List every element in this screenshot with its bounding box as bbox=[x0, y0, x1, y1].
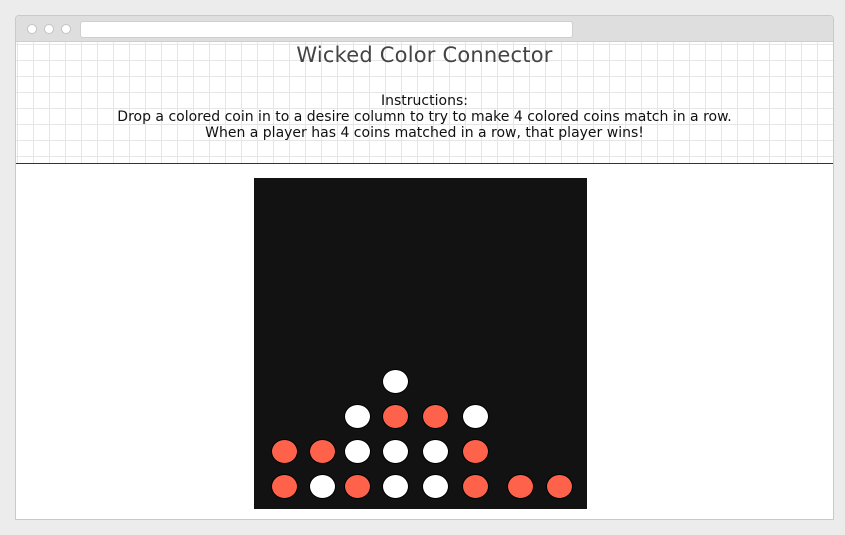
window-maximize-button[interactable] bbox=[61, 24, 71, 34]
coin-red bbox=[271, 439, 298, 464]
coin-white bbox=[382, 439, 409, 464]
coin-white bbox=[422, 474, 449, 499]
instructions-heading: Instructions: bbox=[381, 93, 468, 109]
coin-red bbox=[462, 439, 489, 464]
coin-red bbox=[271, 474, 298, 499]
coin-white bbox=[422, 439, 449, 464]
instructions: Instructions: Drop a colored coin in to … bbox=[16, 93, 833, 141]
coin-red bbox=[309, 439, 336, 464]
browser-titlebar bbox=[16, 16, 833, 42]
coin-red bbox=[422, 404, 449, 429]
coin-white bbox=[309, 474, 336, 499]
page-title: Wicked Color Connector bbox=[296, 43, 553, 67]
game-area bbox=[16, 163, 833, 519]
browser-window: Wicked Color Connector Instructions: Dro… bbox=[15, 15, 834, 520]
window-minimize-button[interactable] bbox=[44, 24, 54, 34]
window-close-button[interactable] bbox=[27, 24, 37, 34]
coin-red bbox=[507, 474, 534, 499]
coin-white bbox=[344, 439, 371, 464]
coin-red bbox=[546, 474, 573, 499]
game-board[interactable] bbox=[254, 178, 587, 509]
coin-white bbox=[382, 474, 409, 499]
coin-white bbox=[382, 369, 409, 394]
coin-red bbox=[462, 474, 489, 499]
coin-white bbox=[462, 404, 489, 429]
instructions-line-2: When a player has 4 coins matched in a r… bbox=[205, 125, 644, 141]
coin-white bbox=[344, 404, 371, 429]
coin-red bbox=[344, 474, 371, 499]
instructions-line-1: Drop a colored coin in to a desire colum… bbox=[117, 109, 732, 125]
page-header: Wicked Color Connector Instructions: Dro… bbox=[16, 42, 833, 163]
address-bar[interactable] bbox=[80, 21, 573, 38]
coin-red bbox=[382, 404, 409, 429]
